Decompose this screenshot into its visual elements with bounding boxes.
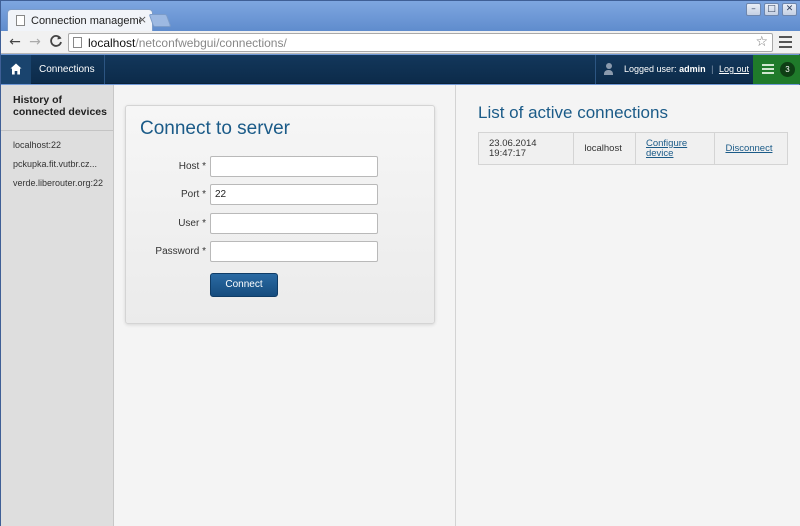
minimize-button[interactable]: –	[746, 3, 761, 16]
notification-count-badge: 3	[780, 62, 795, 77]
host-label: Host *	[178, 161, 206, 172]
title-bar: Connection manageme × – □ ✕	[1, 1, 800, 31]
port-row: Port *	[126, 184, 436, 206]
page-icon	[16, 15, 25, 26]
user-area: Logged user: admin | Log out	[595, 55, 753, 84]
connection-date: 23.06.2014	[489, 137, 537, 149]
password-input[interactable]	[210, 241, 378, 262]
configure-device-link[interactable]: Configure device	[646, 138, 714, 159]
host-input[interactable]	[210, 156, 378, 177]
forward-icon[interactable]: →	[27, 34, 43, 50]
active-connections-panel: List of active connections 23.06.2014 19…	[457, 85, 799, 526]
connect-panel: Connect to server Host * Port * User * P…	[115, 85, 456, 526]
port-input[interactable]	[210, 184, 378, 205]
page-content: History of connected devices localhost:2…	[1, 85, 800, 526]
table-row: 23.06.2014 19:47:17 localhost Configure …	[478, 132, 788, 165]
password-label: Password *	[155, 246, 206, 257]
url-path: /netconfwebgui/connections/	[135, 35, 287, 50]
tab-title: Connection manageme	[31, 14, 141, 27]
history-list: localhost:22 pckupka.fit.vutbr.cz... ver…	[1, 131, 113, 193]
close-tab-icon[interactable]: ×	[138, 13, 147, 26]
history-item[interactable]: pckupka.fit.vutbr.cz...	[1, 155, 113, 174]
user-row: User *	[126, 213, 436, 235]
maximize-button[interactable]: □	[764, 3, 779, 16]
username: admin	[679, 64, 706, 74]
connection-time: 19:47:17	[489, 147, 526, 159]
history-sidebar: History of connected devices localhost:2…	[1, 85, 114, 526]
home-icon	[10, 63, 22, 75]
app-header: Connections Logged user: admin | Log out…	[1, 55, 800, 84]
disconnect-link[interactable]: Disconnect	[725, 143, 772, 154]
browser-toolbar: ← → localhost/netconfwebgui/connections/…	[1, 31, 800, 54]
connection-host: localhost	[574, 133, 636, 164]
disconnect-cell: Disconnect	[715, 133, 787, 164]
port-label: Port *	[180, 189, 206, 200]
password-row: Password *	[126, 241, 436, 263]
configure-device-cell: Configure device	[636, 133, 716, 164]
list-icon	[762, 64, 774, 75]
close-window-button[interactable]: ✕	[782, 3, 797, 16]
page-icon	[73, 37, 82, 48]
separator: |	[711, 64, 714, 74]
sidebar-title: History of connected devices	[1, 85, 113, 131]
home-button[interactable]	[1, 55, 31, 84]
connection-datetime: 23.06.2014 19:47:17	[479, 133, 575, 164]
user-icon	[604, 63, 613, 75]
history-item[interactable]: verde.liberouter.org:22	[1, 174, 113, 193]
tab-connections[interactable]: Connections	[31, 55, 105, 84]
browser-window: Connection manageme × – □ ✕ ← → localhos…	[0, 0, 800, 526]
bookmark-star-icon[interactable]: ☆	[755, 34, 768, 51]
address-bar[interactable]: localhost/netconfwebgui/connections/ ☆	[68, 33, 773, 52]
url-host: localhost	[88, 35, 136, 50]
user-label: User *	[178, 218, 206, 229]
reload-icon[interactable]	[48, 34, 64, 50]
active-connections-title: List of active connections	[478, 103, 668, 122]
back-icon[interactable]: ←	[7, 34, 23, 50]
connect-form-title: Connect to server	[140, 118, 290, 139]
logged-user-prefix: Logged user:	[624, 64, 677, 74]
logout-link[interactable]: Log out	[719, 64, 749, 74]
connect-button[interactable]: Connect	[210, 273, 278, 297]
logged-user-text: Logged user: admin | Log out	[624, 55, 749, 84]
user-input[interactable]	[210, 213, 378, 234]
browser-tab[interactable]: Connection manageme ×	[7, 9, 153, 31]
connect-form-card: Connect to server Host * Port * User * P…	[125, 105, 435, 324]
notifications-button[interactable]: 3	[753, 55, 800, 84]
history-item[interactable]: localhost:22	[1, 136, 113, 155]
browser-menu-icon[interactable]	[779, 36, 792, 48]
new-tab-button[interactable]	[148, 14, 172, 27]
host-row: Host *	[126, 156, 436, 178]
